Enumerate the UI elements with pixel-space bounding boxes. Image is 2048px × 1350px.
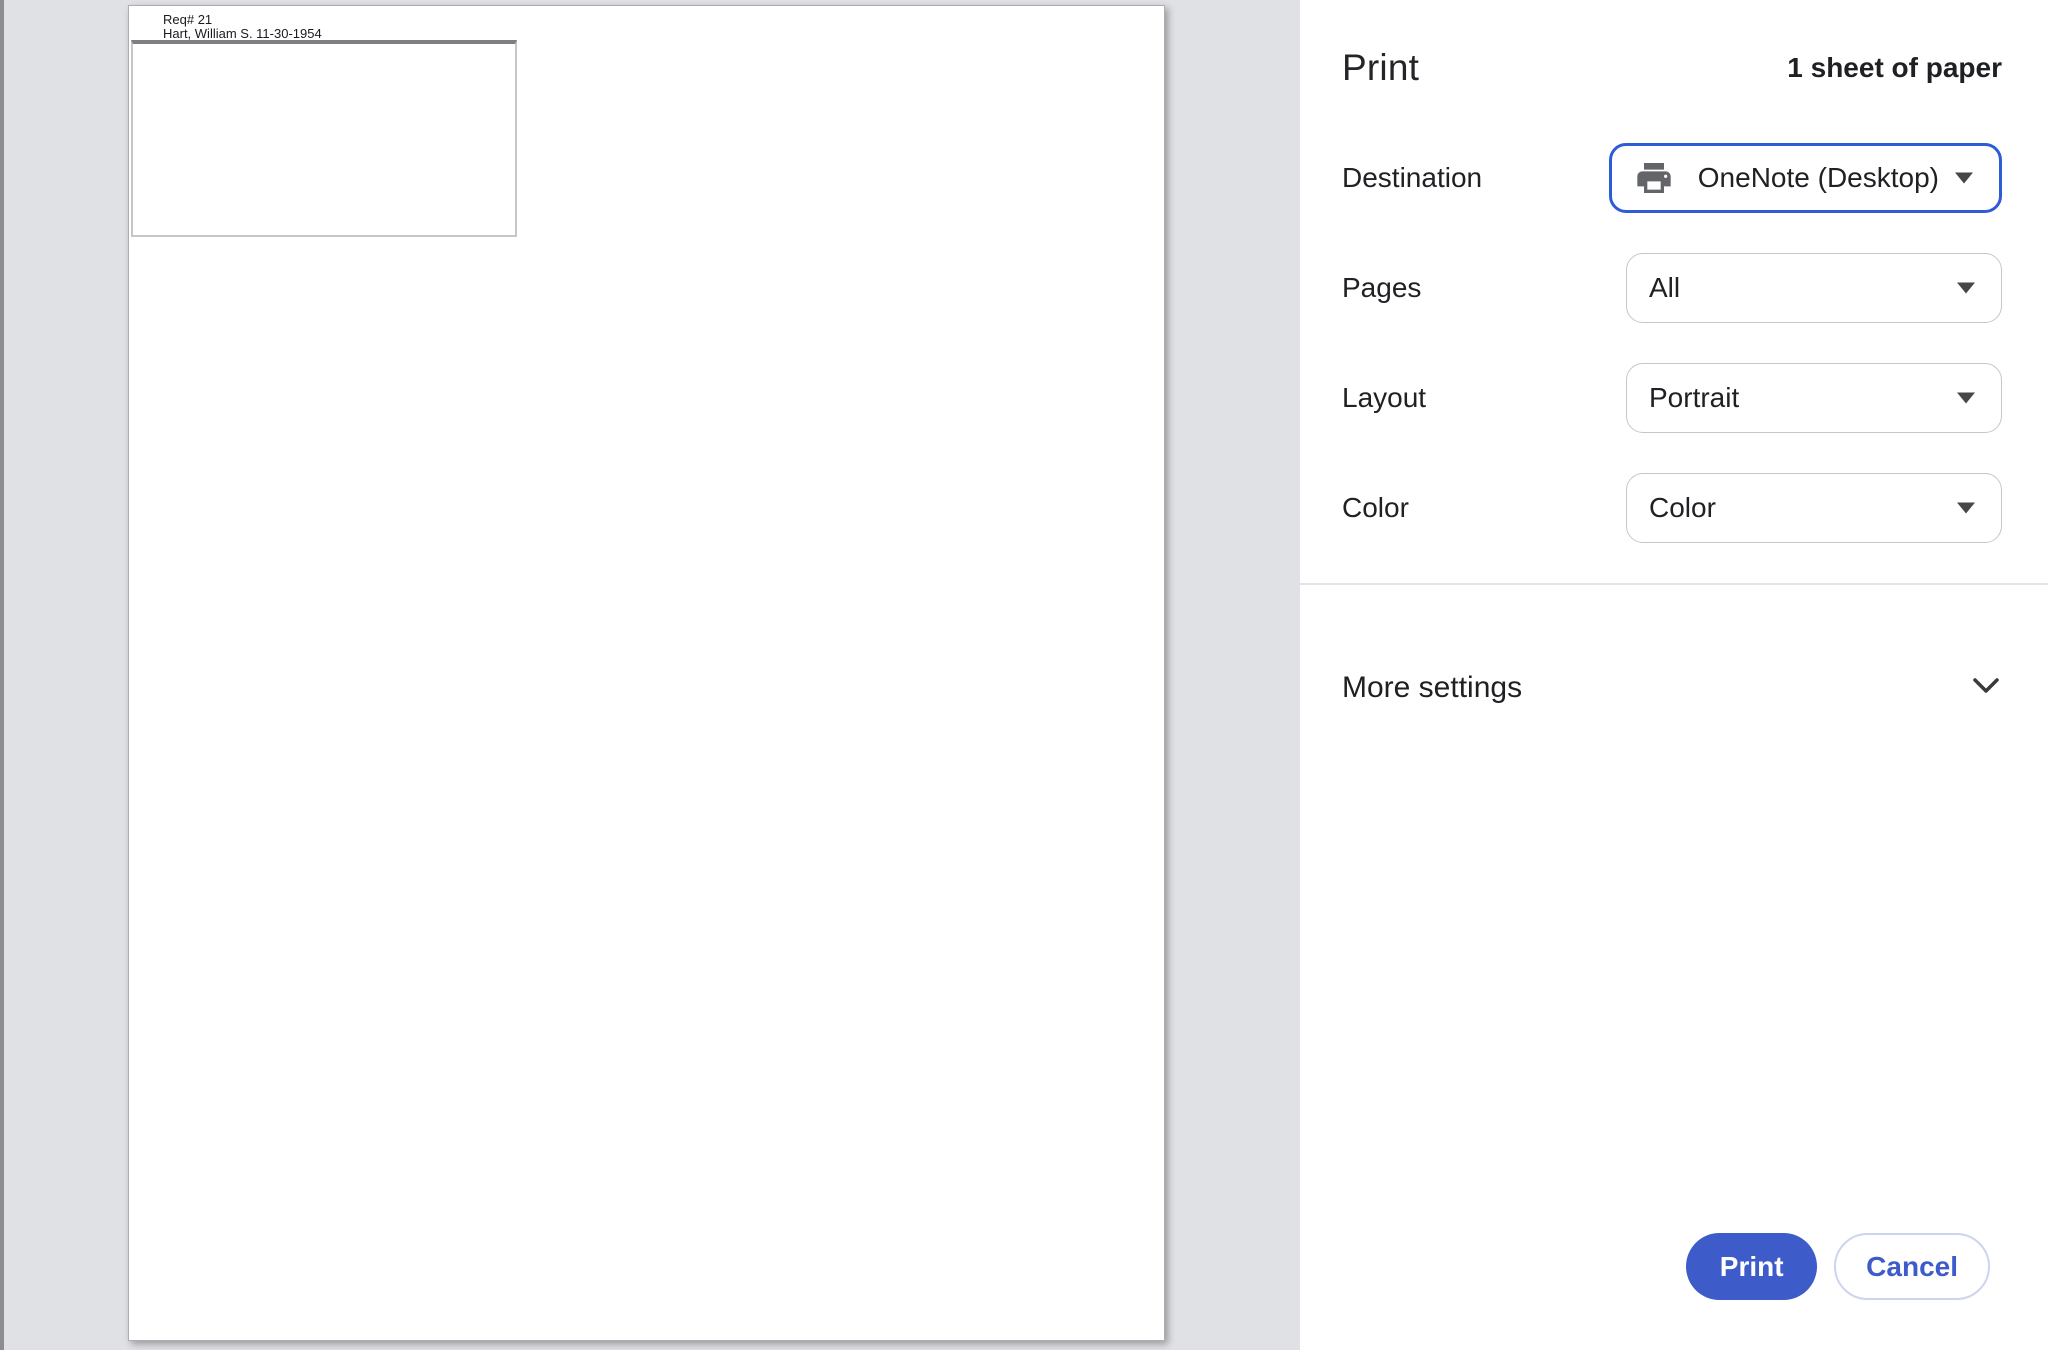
pages-label: Pages <box>1342 272 1626 304</box>
settings-divider <box>1300 583 2048 585</box>
color-select[interactable]: Color <box>1626 473 2002 543</box>
more-settings-toggle[interactable]: More settings <box>1342 671 2002 705</box>
destination-row: Destination OneNote (Desktop) <box>1342 143 2002 213</box>
panel-header: Print 1 sheet of paper <box>1342 44 2002 92</box>
dialog-actions: Print Cancel <box>1686 1233 1990 1300</box>
color-label: Color <box>1342 492 1626 524</box>
document-req-line: Req# 21 <box>163 13 322 27</box>
more-settings-label: More settings <box>1342 671 1522 705</box>
layout-row: Layout Portrait <box>1342 363 2002 433</box>
sheet-count: 1 sheet of paper <box>1787 52 2002 84</box>
print-preview-area: Req# 21 Hart, William S. 11-30-1954 <box>0 0 1300 1350</box>
caret-down-icon <box>1957 503 1975 514</box>
print-preview-page: Req# 21 Hart, William S. 11-30-1954 <box>128 5 1165 1341</box>
destination-label: Destination <box>1342 162 1609 194</box>
pages-value: All <box>1649 272 1680 304</box>
printer-icon <box>1634 158 1674 198</box>
destination-value: OneNote (Desktop) <box>1698 162 1939 194</box>
document-patient-line: Hart, William S. 11-30-1954 <box>163 27 322 41</box>
document-header-text: Req# 21 Hart, William S. 11-30-1954 <box>163 13 322 40</box>
print-button[interactable]: Print <box>1686 1233 1817 1300</box>
pages-select[interactable]: All <box>1626 253 2002 323</box>
cancel-button[interactable]: Cancel <box>1834 1233 1990 1300</box>
dialog-title: Print <box>1342 47 1419 89</box>
layout-value: Portrait <box>1649 382 1739 414</box>
color-row: Color Color <box>1342 473 2002 543</box>
window-edge <box>0 0 4 1350</box>
caret-down-icon <box>1957 283 1975 294</box>
document-content-box <box>131 40 517 237</box>
caret-down-icon <box>1957 393 1975 404</box>
pages-row: Pages All <box>1342 253 2002 323</box>
caret-down-icon <box>1955 173 1973 184</box>
layout-label: Layout <box>1342 382 1626 414</box>
destination-select[interactable]: OneNote (Desktop) <box>1609 143 2002 213</box>
chevron-down-icon <box>1970 676 2002 701</box>
print-settings-panel: Print 1 sheet of paper Destination OneNo… <box>1300 0 2048 1350</box>
color-value: Color <box>1649 492 1716 524</box>
layout-select[interactable]: Portrait <box>1626 363 2002 433</box>
